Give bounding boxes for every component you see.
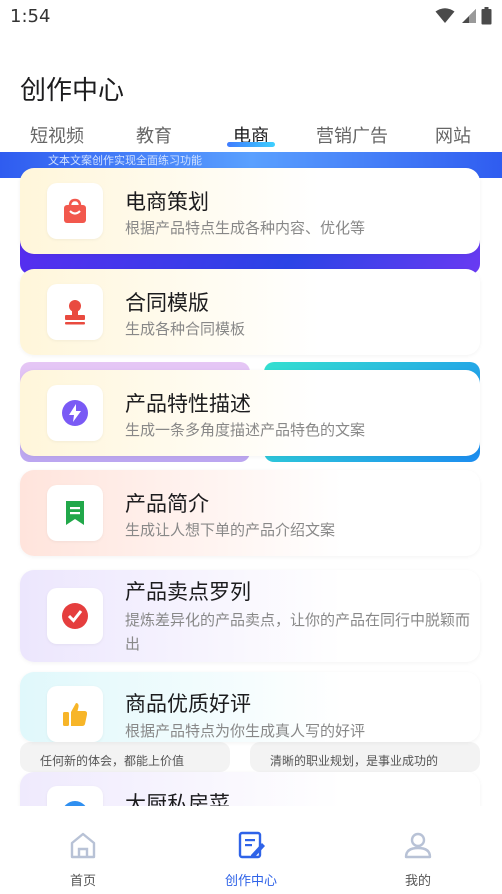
bottom-navigation: 首页 创作中心 我的 [0, 806, 502, 894]
template-card-product-intro[interactable]: 产品简介 生成让人想下单的产品介绍文案 [20, 470, 480, 556]
background-caption: 清晰的职业规划，是事业成功的 [270, 754, 439, 768]
edit-document-icon [238, 831, 265, 859]
card-title: 合同模版 [125, 291, 209, 315]
card-title: 产品特性描述 [125, 392, 251, 416]
card-icon-box [47, 183, 103, 239]
card-title: 商品优质好评 [125, 692, 251, 716]
template-list[interactable]: 文本文案创作实现全面练习功能 任何新的体会，都能上价值 清晰的职业规划，是事业成… [0, 152, 502, 807]
card-description: 生成各种合同模板 [125, 320, 246, 338]
card-icon-box [47, 786, 103, 807]
nav-profile[interactable]: 我的 [363, 806, 473, 894]
nav-home-label: 首页 [69, 874, 96, 889]
stamp-icon [65, 300, 85, 325]
tab-short-video[interactable]: 短视频 [30, 122, 84, 148]
nav-profile-label: 我的 [404, 874, 431, 889]
home-icon [70, 832, 96, 859]
tab-marketing-ads[interactable]: 营销广告 [316, 122, 388, 148]
status-icons [435, 7, 492, 25]
active-tab-indicator [227, 142, 275, 147]
tab-education[interactable]: 教育 [136, 122, 172, 148]
card-description: 根据产品特点为你生成真人写的好评 [125, 722, 366, 740]
page-title: 创作中心 [20, 76, 125, 106]
card-icon-box [47, 284, 103, 340]
nav-creation-center[interactable]: 创作中心 [196, 806, 306, 894]
card-description: 根据产品特点生成各种内容、优化等 [125, 219, 366, 237]
template-card-ecommerce-planning[interactable]: 电商策划 根据产品特点生成各种内容、优化等 [20, 168, 480, 254]
nav-creation-center-label: 创作中心 [224, 874, 277, 889]
signal-icon [462, 9, 476, 23]
card-title: 大厨私房菜 [125, 792, 230, 807]
card-icon-box [47, 686, 103, 742]
nav-home[interactable]: 首页 [28, 806, 138, 894]
card-description: 提炼差异化的产品卖点，让你的产品在同行中脱颖而出 [125, 611, 471, 653]
background-caption: 任何新的体会，都能上价值 [40, 754, 185, 768]
card-description: 生成一条多角度描述产品特色的文案 [125, 421, 366, 439]
status-time: 1:54 [10, 6, 51, 27]
template-card-chef-recipes[interactable]: 大厨私房菜 [20, 772, 480, 807]
template-card-selling-points[interactable]: 产品卖点罗列 提炼差异化的产品卖点，让你的产品在同行中脱颖而出 [20, 570, 480, 662]
category-tabs: 短视频 教育 电商 营销广告 网站 [0, 118, 502, 154]
profile-icon [404, 832, 432, 859]
card-title: 产品卖点罗列 [125, 580, 251, 604]
check-badge-icon [62, 603, 88, 629]
template-card-contract-template[interactable]: 合同模版 生成各种合同模板 [20, 269, 480, 355]
card-icon-box [47, 385, 103, 441]
tab-website[interactable]: 网站 [435, 122, 471, 148]
card-icon-box [47, 485, 103, 541]
card-icon-box [47, 588, 103, 644]
battery-icon [481, 7, 492, 25]
wifi-icon [435, 8, 455, 23]
template-card-product-reviews[interactable]: 商品优质好评 根据产品特点为你生成真人写的好评 [20, 672, 480, 742]
shopping-bag-icon [64, 198, 86, 223]
thumbs-up-icon [63, 703, 88, 726]
card-description: 生成让人想下单的产品介绍文案 [125, 521, 336, 539]
card-title: 电商策划 [125, 190, 209, 214]
background-caption: 文本文案创作实现全面练习功能 [48, 154, 202, 167]
template-card-product-features[interactable]: 产品特性描述 生成一条多角度描述产品特色的文案 [20, 370, 480, 456]
card-title: 产品简介 [125, 492, 209, 516]
bookmark-icon [66, 501, 84, 525]
lightning-icon [62, 400, 88, 426]
status-bar: 1:54 [0, 0, 502, 34]
